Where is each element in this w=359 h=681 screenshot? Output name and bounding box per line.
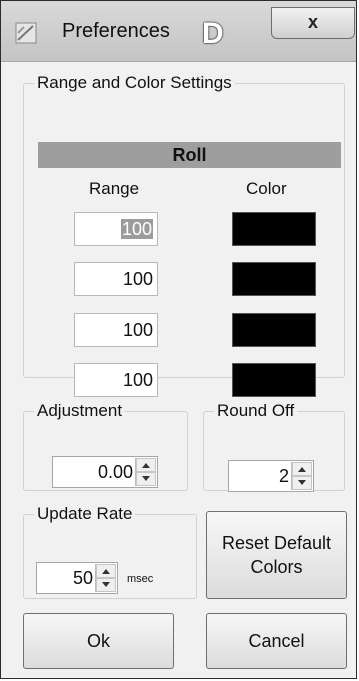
range-field-4[interactable]: 100 [74,363,158,397]
range-field-2[interactable]: 100 [74,262,158,296]
round-off-up-arrow-icon[interactable] [292,462,312,476]
range-color-group: Range and Color Settings Roll Range Colo… [23,73,345,397]
adjustment-down-arrow-icon[interactable] [136,472,156,486]
update-rate-group: Update Rate 50 msec [23,504,197,599]
roll-label: Roll [172,145,207,165]
window-title: Preferences [62,20,170,42]
reset-button-label-1: Reset Default [221,533,332,553]
range-field-1[interactable]: 100 [74,212,158,246]
adjustment-stepper[interactable]: 0.00 [52,456,158,488]
color-swatch-4[interactable] [232,363,316,397]
round-off-down-arrow-icon[interactable] [292,476,312,490]
reset-default-colors-button[interactable]: Reset Default Colors [206,511,347,599]
range-header: Range [89,179,140,198]
roll-section-header: Roll [38,142,341,168]
color-header: Color [246,179,287,198]
close-button[interactable]: x [271,7,355,39]
reset-button-label-2: Colors [250,557,303,577]
color-swatch-3[interactable] [232,313,316,347]
ok-button-label: Ok [86,631,110,651]
adjustment-up-arrow-icon[interactable] [136,458,156,472]
color-swatch-1[interactable] [232,212,316,246]
round-off-value: 2 [278,466,289,486]
update-rate-legend: Update Rate [37,504,133,523]
round-off-group: Round Off 2 [203,401,345,492]
adjustment-value: 0.00 [97,462,133,482]
adjustment-group: Adjustment 0.00 [23,401,188,491]
update-rate-up-arrow-icon[interactable] [96,564,116,578]
round-off-stepper[interactable]: 2 [228,460,314,492]
preferences-window: Preferences D x Range and Color Settings… [0,0,357,679]
cancel-button[interactable]: Cancel [206,613,347,669]
range-color-legend: Range and Color Settings [37,73,232,92]
close-icon: x [307,12,318,32]
app-icon [15,22,37,44]
update-rate-unit: msec [127,573,154,585]
dialog-body: Range and Color Settings Roll Range Colo… [13,63,347,669]
range-field-3[interactable]: 100 [74,313,158,347]
adjustment-legend: Adjustment [37,401,123,420]
title-bar[interactable]: Preferences D x [1,1,356,62]
update-rate-down-arrow-icon[interactable] [96,578,116,592]
update-rate-value: 50 [72,568,93,588]
cancel-button-label: Cancel [248,631,305,651]
update-rate-stepper[interactable]: 50 [36,562,118,594]
title-badge: D [202,17,224,50]
color-swatch-2[interactable] [232,262,316,296]
ok-button[interactable]: Ok [23,613,174,669]
round-off-legend: Round Off [217,401,295,420]
